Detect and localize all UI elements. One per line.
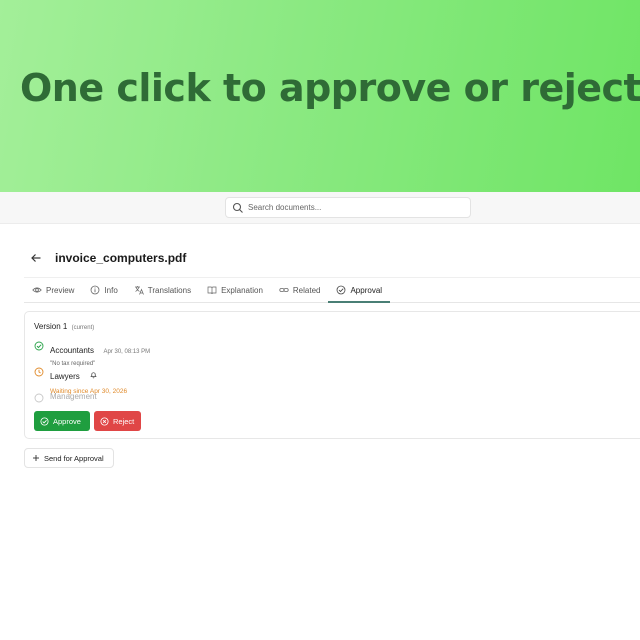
check-circle-icon [337,285,346,295]
back-arrow-icon[interactable] [30,252,42,264]
hero-banner: One click to approve or reject [0,0,640,192]
version-label: Version 1 [34,322,68,331]
approve-label: Approve [53,416,81,426]
tab-label: Related [292,285,321,295]
tab-label: Preview [46,285,75,295]
book-icon [207,286,217,295]
send-for-approval-button[interactable]: Send for Approval [24,448,114,468]
x-circle-icon [100,416,109,426]
tab-translations[interactable]: Translations [126,278,199,302]
approval-card: Version 1 (current) Accountants Apr 30, … [24,311,640,439]
approval-step-management: Management [34,392,97,403]
step-name: Lawyers [50,372,80,381]
tab-label: Approval [350,285,383,295]
approved-check-icon [34,341,44,351]
hero-title: One click to approve or reject [20,66,640,110]
pending-clock-icon [34,367,44,377]
top-bar: Search documents... [0,192,640,224]
approval-step-lawyers: Lawyers Waiting since Apr 30, 2026 [34,366,127,395]
step-name: Accountants [50,346,95,355]
search-icon [232,202,244,214]
document-tabs: Preview Info Translations Explanation Re… [24,277,640,303]
page-title: invoice_computers.pdf [55,251,187,265]
reject-label: Reject [113,416,135,426]
step-date: Apr 30, 08:13 PM [103,349,151,355]
tab-related[interactable]: Related [271,278,329,302]
document-header: invoice_computers.pdf [30,251,186,265]
eye-icon [32,287,42,293]
plus-icon [33,455,39,461]
link-icon [279,288,289,292]
inactive-circle-icon [34,393,44,403]
reject-button[interactable]: Reject [94,411,141,431]
tab-explanation[interactable]: Explanation [199,278,271,302]
approval-step-accountants: Accountants Apr 30, 08:13 PM "No tax req… [34,340,150,367]
tab-label: Translations [147,285,192,295]
search-input[interactable]: Search documents... [225,197,471,218]
translate-icon [134,286,144,295]
bell-icon[interactable] [89,370,98,379]
send-label: Send for Approval [44,453,104,463]
version-heading: Version 1 (current) [34,322,94,331]
tab-label: Explanation [221,285,263,295]
tab-label: Info [104,285,118,295]
tab-approval[interactable]: Approval [328,278,390,303]
info-icon [91,285,100,295]
search-placeholder: Search documents... [248,203,322,212]
tab-preview[interactable]: Preview [24,278,82,302]
approve-button[interactable]: Approve [34,411,90,431]
check-circle-icon [40,416,49,426]
version-sub: (current) [71,325,95,331]
tab-info[interactable]: Info [82,278,125,302]
step-name: Management [50,392,97,401]
